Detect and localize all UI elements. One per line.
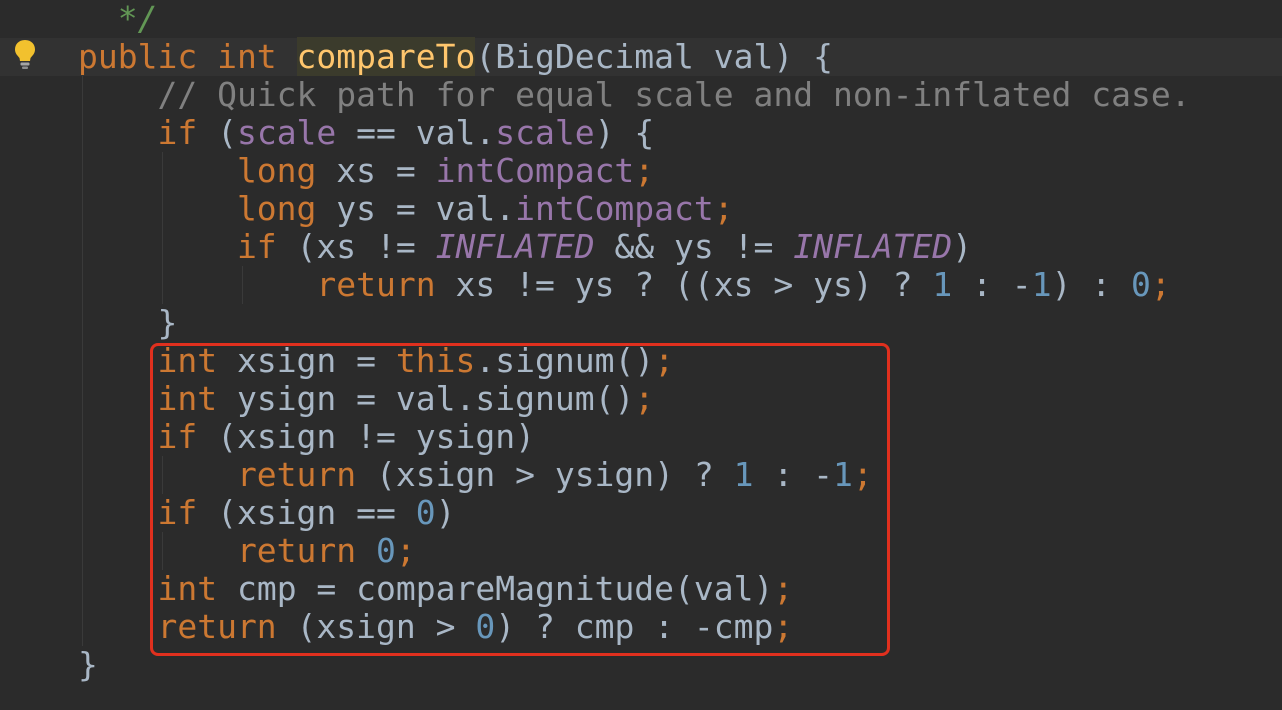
code-token: 1 — [1031, 265, 1052, 304]
code-token: (BigDecimal val) { — [475, 37, 833, 76]
code-token: ) — [952, 227, 973, 266]
code-line[interactable]: // Quick path for equal scale and non-in… — [78, 75, 1191, 114]
code-token: 0 — [1131, 265, 1151, 304]
code-token: scale — [236, 113, 337, 152]
code-line[interactable]: */ — [78, 0, 1191, 38]
code-token: ) : — [1051, 265, 1132, 304]
code-token: : - — [952, 265, 1032, 304]
code-token: scale — [495, 113, 595, 152]
code-token: xs != ys ? ((xs > ys) ? — [455, 265, 933, 304]
code-token: 1 — [932, 265, 953, 304]
code-token: intCompact — [435, 151, 635, 190]
code-token: ys = val. — [336, 189, 516, 228]
code-token: intCompact — [515, 189, 714, 228]
code-token: // Quick path for equal scale and non-in… — [78, 75, 1191, 114]
code-token: return — [78, 265, 456, 304]
code-token: INFLATED — [435, 227, 595, 266]
code-token: ( — [217, 113, 237, 152]
code-line[interactable]: public int compareTo(BigDecimal val) { — [78, 37, 1191, 76]
code-line[interactable]: if (xs != INFLATED && ys != INFLATED) — [78, 228, 1191, 266]
code-line[interactable]: } — [78, 304, 1191, 342]
code-token: if — [78, 227, 297, 266]
method-name-highlight: compareTo — [296, 37, 476, 76]
code-token: INFLATED — [793, 227, 953, 266]
code-token: ) { — [594, 113, 655, 152]
lightbulb-icon[interactable] — [12, 38, 38, 70]
code-token: } — [78, 303, 178, 342]
code-line[interactable]: return xs != ys ? ((xs > ys) ? 1 : -1) :… — [78, 266, 1191, 304]
code-line[interactable]: long ys = val.intCompact; — [78, 190, 1191, 228]
code-token: xs = — [336, 151, 436, 190]
code-token: if — [78, 113, 218, 152]
code-token: (xs != — [296, 227, 436, 266]
code-token: */ — [78, 0, 158, 38]
code-token: } — [78, 645, 98, 684]
annotation-highlight-box — [150, 343, 890, 656]
code-token: ; — [713, 189, 734, 228]
code-line[interactable]: long xs = intCompact; — [78, 152, 1191, 190]
code-token: ; — [634, 151, 655, 190]
code-token: public int — [78, 37, 297, 76]
editor-gutter — [0, 0, 62, 710]
code-token: ; — [1150, 265, 1171, 304]
code-token: long — [78, 151, 337, 190]
code-token: == val. — [336, 113, 496, 152]
code-editor[interactable]: */public int compareTo(BigDecimal val) {… — [0, 0, 1282, 710]
code-token: && ys != — [594, 227, 794, 266]
code-token: long — [78, 189, 337, 228]
code-line[interactable]: if (scale == val.scale) { — [78, 114, 1191, 152]
